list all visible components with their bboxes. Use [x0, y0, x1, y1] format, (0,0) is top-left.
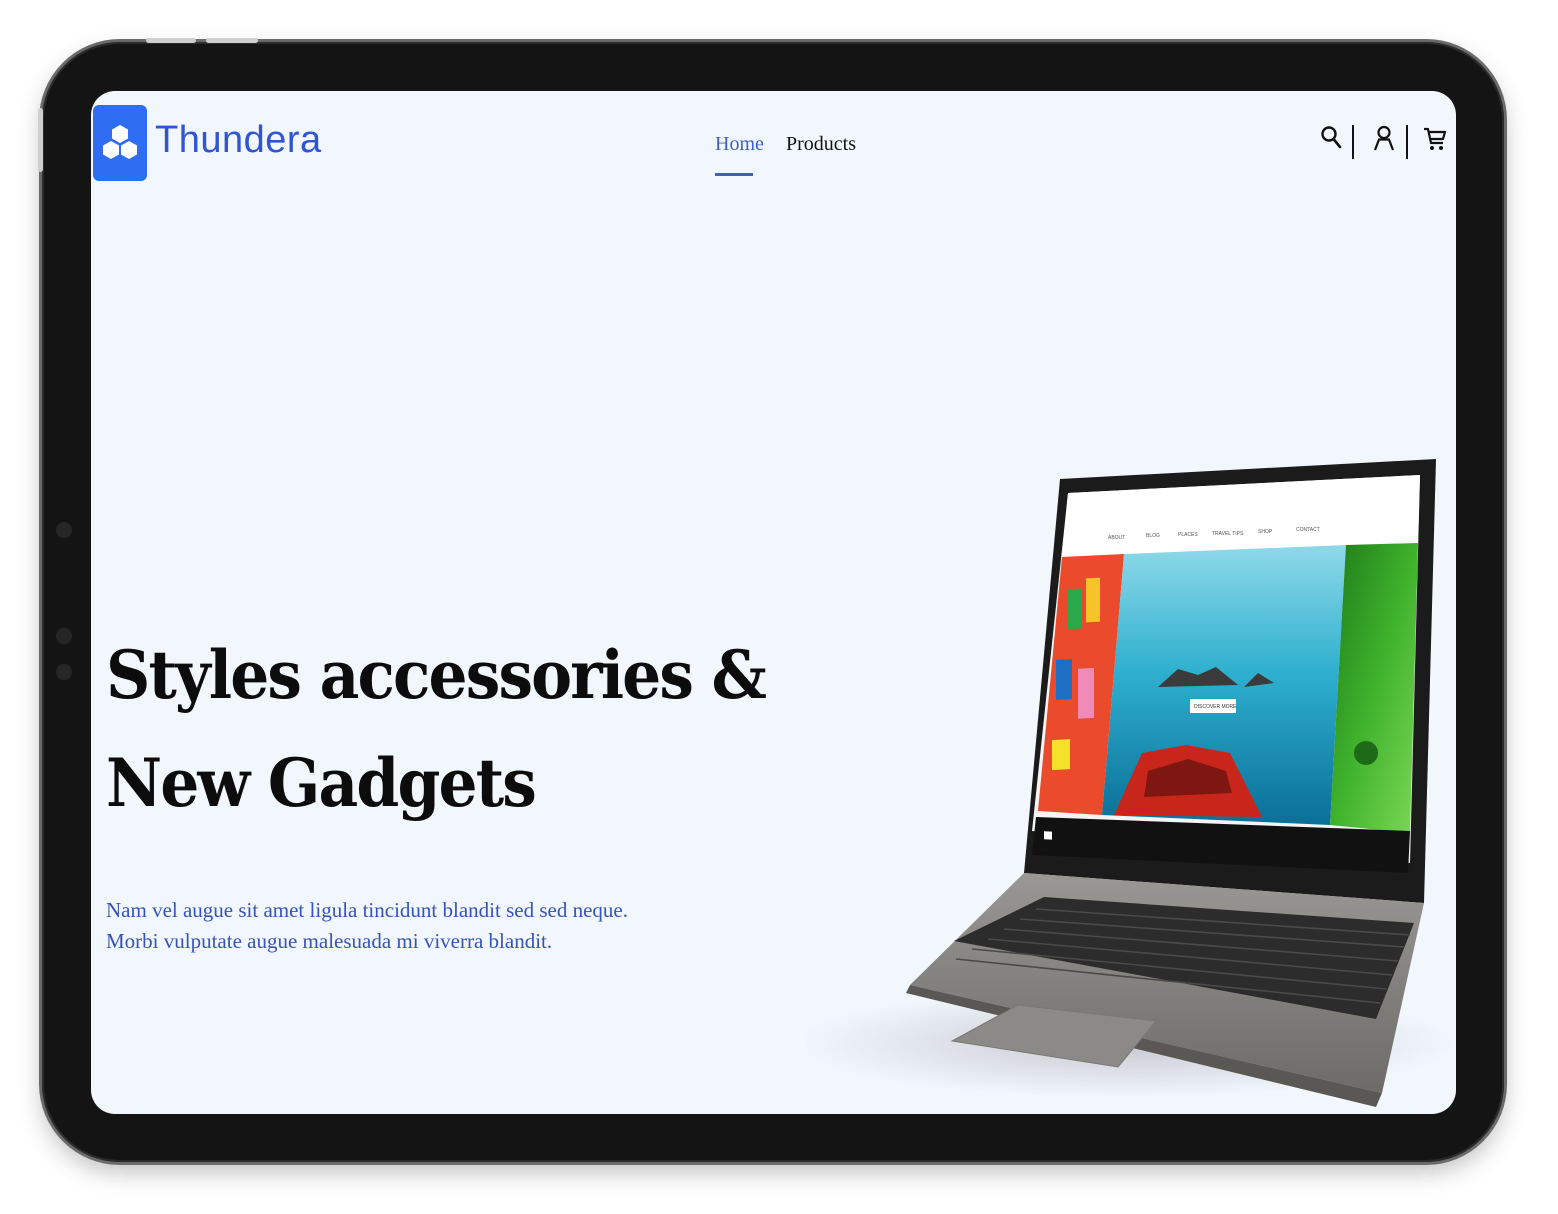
laptop-menu-item: SHOP	[1258, 529, 1273, 535]
icon-separator	[1406, 125, 1408, 159]
cart-icon[interactable]	[1422, 125, 1448, 153]
laptop-menu-item: PLACES	[1178, 532, 1198, 538]
search-icon[interactable]	[1320, 125, 1346, 153]
icon-separator	[1352, 125, 1354, 159]
tablet-top-button	[206, 38, 258, 43]
nav-item-products[interactable]: Products	[786, 133, 856, 156]
tablet-camera-dot	[56, 664, 72, 680]
user-icon[interactable]	[1372, 125, 1398, 153]
hero-subtitle-line: Morbi vulputate augue malesuada mi viver…	[106, 929, 553, 953]
main-nav: Home Products	[91, 133, 1456, 183]
nav-active-indicator	[715, 173, 753, 176]
hero-title-line: Styles accessories &	[106, 636, 767, 714]
hero-subtitle-line: Nam vel augue sit amet ligula tincidunt …	[106, 898, 628, 922]
laptop-menu-item: ABOUT	[1108, 535, 1125, 541]
header-icons	[1318, 125, 1448, 161]
tablet-top-button	[146, 38, 196, 43]
laptop-product-image: ABOUT BLOG PLACES TRAVEL TIPS SHOP CONTA…	[806, 459, 1456, 1107]
tablet-side-button	[38, 108, 43, 172]
hero-title: Styles accessories & New Gadgets	[106, 621, 767, 837]
website-screen: Thundera Home Products Styles accessorie…	[91, 91, 1456, 1114]
hero-title-line: New Gadgets	[106, 744, 537, 822]
laptop-menu-item: TRAVEL TIPS	[1212, 531, 1244, 537]
laptop-menu-item: BLOG	[1146, 533, 1160, 539]
laptop-menu-item: CONTACT	[1296, 527, 1320, 533]
tablet-camera-dot	[56, 628, 72, 644]
tablet-camera-dot	[56, 522, 72, 538]
laptop-discover-label: DISCOVER MORE	[1194, 704, 1237, 710]
nav-item-home[interactable]: Home	[715, 133, 764, 156]
hero-subtitle: Nam vel augue sit amet ligula tincidunt …	[106, 895, 628, 957]
